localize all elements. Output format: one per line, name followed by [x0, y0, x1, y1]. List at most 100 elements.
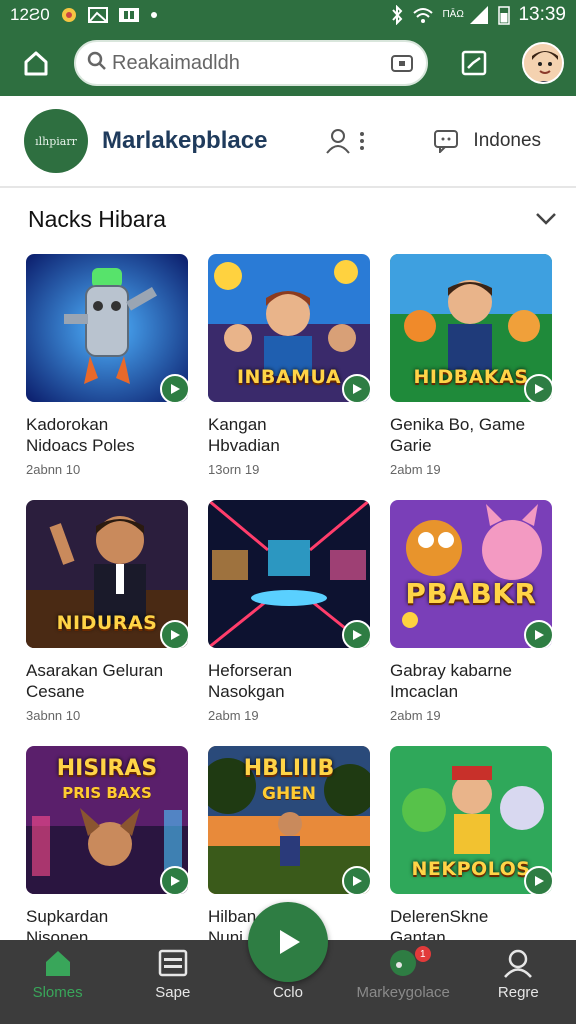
nav-item-save[interactable]: Sape [115, 940, 230, 1024]
play-fab-button[interactable] [248, 902, 328, 982]
game-title: Kangan [208, 415, 267, 434]
game-title: Gabray kabarne [390, 661, 512, 680]
person-icon [326, 129, 351, 154]
play-badge-icon[interactable] [524, 374, 552, 402]
language-selector[interactable]: Indones [433, 129, 541, 153]
play-badge-icon[interactable] [160, 620, 188, 648]
game-card[interactable]: HIDBAKAS Genika Bo, Game Garie 2abm 19 [390, 254, 552, 477]
battery-icon [498, 5, 511, 25]
search-input[interactable] [112, 51, 388, 75]
signal-icon [468, 5, 490, 25]
more-vert-icon [360, 132, 365, 150]
notification-badge: 1 [414, 946, 431, 962]
game-title: Kadorokan [26, 415, 109, 434]
game-thumbnail[interactable] [208, 500, 370, 648]
status-time-left: 12Ƨ0 [10, 5, 50, 24]
game-thumbnail[interactable]: HIDBAKAS [390, 254, 552, 402]
nav-label: Cclo [272, 984, 303, 1001]
game-title: DelerenSkne [390, 907, 489, 926]
marketplace-icon [390, 950, 417, 976]
game-title: Asarakan Geluran [26, 661, 164, 680]
game-meta: 2abnn 10 [26, 462, 81, 477]
game-subtitle: Nasokgan [208, 682, 285, 701]
bluetooth-icon [390, 5, 404, 25]
chevron-down-icon[interactable] [534, 206, 558, 230]
game-meta: 2abm 19 [208, 708, 259, 723]
language-label: Indones [473, 130, 542, 151]
game-thumbnail[interactable]: HBLIIIB GHEN [208, 746, 370, 894]
game-art-sublabel: PRIS BAXS [62, 784, 152, 802]
game-subtitle: Nidoacs Poles [26, 436, 135, 455]
nav-label: Slomes [32, 984, 83, 1001]
dot-icon [150, 11, 158, 19]
nav-item-marketplace[interactable]: 1 Markeygolace [346, 940, 461, 1024]
image-icon [87, 6, 108, 24]
account-menu[interactable] [325, 127, 365, 155]
home-button[interactable] [12, 39, 60, 87]
play-badge-icon[interactable] [524, 620, 552, 648]
status-time-right: 13:39 [518, 4, 566, 25]
nav-item-profile[interactable]: Regre [461, 940, 576, 1024]
network-label: ΠĀΩ [442, 9, 464, 20]
reader-icon [118, 7, 140, 23]
store-header: ılhpiarr Marlakepblace Indones [0, 96, 576, 188]
game-card[interactable]: NIDURAS Asarakan Geluran Cesane 3abnn 10 [26, 500, 188, 723]
game-subtitle: Hbvadian [208, 436, 280, 455]
game-meta: 2abm 19 [390, 462, 441, 477]
game-meta: 3abnn 10 [26, 708, 81, 723]
game-art-sublabel: GHEN [261, 784, 317, 804]
game-thumbnail[interactable]: PBABKR [390, 500, 552, 648]
top-app-bar [0, 30, 576, 96]
play-badge-icon[interactable] [160, 866, 188, 894]
game-thumbnail[interactable]: NEKPOLOS [390, 746, 552, 894]
trend-button[interactable] [454, 43, 494, 83]
game-card[interactable]: HISIRAS PRIS BAXS Supkardan Nisonen [26, 746, 188, 948]
chat-icon [434, 130, 459, 153]
game-art-label: PBABKR [405, 577, 537, 610]
house-icon [24, 51, 48, 76]
game-art-label: HBLIIIB [243, 756, 335, 781]
play-badge-icon[interactable] [342, 374, 370, 402]
profile-icon [504, 949, 533, 978]
game-title: Supkardan [26, 907, 109, 926]
game-meta: 13orn 19 [208, 462, 260, 477]
play-badge-icon[interactable] [342, 866, 370, 894]
game-subtitle: Imcaclan [390, 682, 459, 701]
sun-icon [60, 6, 78, 24]
search-bar[interactable] [74, 40, 428, 86]
game-title: Heforseran [208, 661, 293, 680]
game-subtitle: Garie [390, 436, 432, 455]
nav-item-home[interactable]: Slomes [0, 940, 115, 1024]
store-brand-title: Marlakepblace [102, 127, 268, 154]
store-logo: ılhpiarr [24, 109, 88, 173]
play-badge-icon[interactable] [524, 866, 552, 894]
game-subtitle: Cesane [26, 682, 85, 701]
section-title: Nacks Hibara [28, 206, 167, 232]
status-bar: 12Ƨ0 ΠĀΩ 13:39 [0, 0, 576, 30]
user-avatar[interactable] [522, 42, 564, 84]
game-card[interactable]: INBAMUA Kangan Hbvadian 13orn 19 [208, 254, 370, 477]
game-card[interactable]: Kadorokan Nidoacs Poles 2abnn 10 [26, 254, 188, 477]
game-thumbnail[interactable]: INBAMUA [208, 254, 370, 402]
camera-icon[interactable] [388, 49, 416, 77]
list-icon [158, 949, 188, 977]
play-badge-icon[interactable] [342, 620, 370, 648]
game-thumbnail[interactable] [26, 254, 188, 402]
game-card[interactable]: PBABKR Gabray kabarne Imcaclan 2abm 19 [390, 500, 552, 723]
game-card[interactable]: NEKPOLOS DelerenSkne Gantan [390, 746, 552, 948]
game-title: Genika Bo, Game [390, 415, 526, 434]
game-thumbnail[interactable]: HISIRAS PRIS BAXS [26, 746, 188, 894]
nav-label: Markeygolace [356, 984, 450, 1001]
nav-label: Sape [155, 984, 191, 1001]
play-icon [280, 930, 300, 954]
play-badge-icon[interactable] [160, 374, 188, 402]
wifi-icon [412, 6, 434, 24]
game-meta: 2abm 19 [390, 708, 441, 723]
game-thumbnail[interactable]: NIDURAS [26, 500, 188, 648]
trend-icon [461, 50, 487, 76]
home-icon [45, 951, 70, 976]
nav-label: Regre [497, 984, 539, 1001]
search-icon [86, 50, 108, 77]
game-art-label: HISIRAS [56, 756, 158, 781]
game-card[interactable]: Heforseran Nasokgan 2abm 19 [208, 500, 370, 723]
